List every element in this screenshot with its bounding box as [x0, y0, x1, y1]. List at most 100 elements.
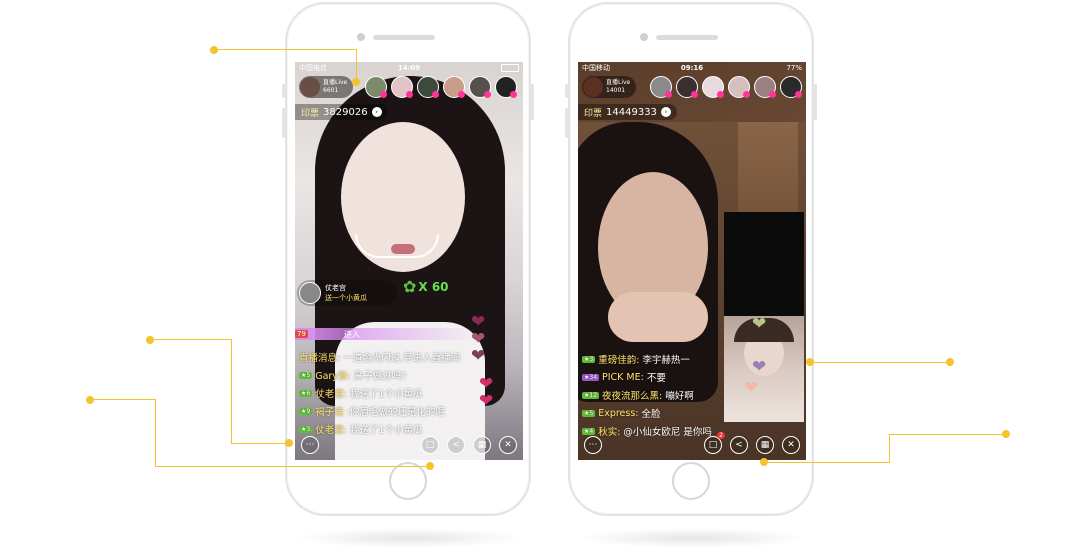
chat-name: 重磅佳韵:: [598, 355, 640, 366]
ticket-counter[interactable]: 印票 14449333 ›: [578, 104, 677, 120]
gift-combo-count: X 60: [418, 279, 449, 294]
callout-dot: [210, 46, 218, 54]
viewer-avatar[interactable]: [780, 76, 802, 98]
chat-row: ★12 夜夜流那么黑: 嘣好啊: [582, 388, 712, 402]
host-info[interactable]: 直播Live 6601: [299, 76, 353, 98]
gift-icon[interactable]: ▦: [473, 436, 491, 454]
callout-line: [889, 434, 1005, 435]
chat-row: ★3 仗老宫: 我送了1个小黄瓜: [299, 422, 460, 436]
gift-notification: 仗老宫 送一个小黄瓜: [297, 280, 397, 306]
callout-line: [150, 339, 232, 340]
viewer-avatar[interactable]: [391, 76, 413, 98]
chat-name: Express:: [598, 407, 639, 419]
chat-name: 直播消息:: [299, 353, 341, 364]
callout-line: [155, 466, 430, 467]
level-badge: ★12: [582, 391, 600, 399]
viewer-avatar[interactable]: [650, 76, 672, 98]
share-icon[interactable]: <: [447, 436, 465, 454]
heart-icon: ❤: [752, 357, 767, 377]
level-badge: ★3: [582, 355, 596, 363]
cucumber-gift-icon: ✿: [403, 277, 417, 296]
level-badge: ★5: [299, 371, 313, 379]
speech-bubble-icon[interactable]: ⋯: [584, 436, 602, 454]
chat-name: 仗老宫:: [315, 389, 347, 400]
level-badge: ★34: [582, 373, 600, 381]
earpiece-speaker: [656, 35, 718, 40]
notification-badge: 2: [717, 432, 725, 439]
heart-icon: ❤: [479, 391, 494, 411]
chat-row: ★9 褐子佳 :你眉毛做的还是化的呢: [299, 404, 460, 418]
message-icon[interactable]: □: [421, 436, 439, 454]
ticket-label: 印票: [301, 108, 320, 119]
callout-line: [155, 399, 156, 466]
host-avatar[interactable]: [583, 77, 603, 97]
viewer-avatar[interactable]: [443, 76, 465, 98]
level-badge: ★5: [582, 409, 596, 417]
chat-row: ★3 重磅佳韵: 李宇赫热一: [582, 352, 712, 366]
host-avatar[interactable]: [300, 77, 320, 97]
host-name: 直播Live: [323, 79, 348, 86]
chat-name: Gary张:: [315, 371, 351, 382]
speech-bubble-icon[interactable]: ⋯: [301, 436, 319, 454]
chat-row: ★5 Gary张: 鼻子做过吗?: [299, 368, 460, 382]
callout-line: [764, 462, 890, 463]
front-camera: [640, 33, 648, 41]
viewer-avatar[interactable]: [495, 76, 517, 98]
chat-list: 直播消息: 一道金光闪过,导进入直播间 ★5 Gary张: 鼻子做过吗? ★6 …: [299, 350, 460, 436]
live-stream-screen: 中国移动 09:16 77% 直播Live 14001 印票 14449333 …: [578, 62, 806, 460]
chat-row: ★34 PICK ME: 不要: [582, 370, 712, 384]
callout-dot: [285, 439, 293, 447]
callout-dot: [146, 336, 154, 344]
gift-text: 送一个小黄瓜: [325, 294, 367, 302]
chevron-right-icon: ›: [371, 107, 382, 117]
phone-mockup-right: 中国移动 09:16 77% 直播Live 14001 印票 14449333 …: [565, 2, 817, 516]
front-camera: [357, 33, 365, 41]
viewer-avatar[interactable]: [417, 76, 439, 98]
level-badge: ★9: [299, 407, 313, 415]
callout-dot: [426, 462, 434, 470]
viewer-avatar[interactable]: [702, 76, 724, 98]
chat-message: 一道金光闪过,导进入直播间: [343, 353, 461, 364]
chat-name: 仗老宫:: [315, 425, 347, 436]
viewer-avatar-list: [365, 76, 517, 98]
callout-line: [90, 399, 156, 400]
home-button: [672, 462, 710, 500]
ticket-counter[interactable]: 印票 3829026 ›: [295, 104, 388, 120]
viewer-avatar[interactable]: [676, 76, 698, 98]
viewer-avatar[interactable]: [365, 76, 387, 98]
chat-message: 我送了1个小黄瓜: [349, 389, 423, 400]
floating-hearts: ❤ ❤ ❤: [744, 316, 767, 397]
chat-name: 褐子佳: [315, 407, 344, 418]
floating-hearts: ❤ ❤: [479, 376, 493, 410]
viewer-avatar[interactable]: [728, 76, 750, 98]
phone-mockup-left: 中国电信 14:09 直播Live 6601 印票 3829026 › 仗老宫 …: [282, 2, 534, 516]
message-icon[interactable]: □ 2: [704, 432, 725, 454]
clock: 14:09: [397, 64, 421, 72]
host-viewer-count: 6601: [323, 87, 339, 94]
callout-line: [231, 339, 232, 443]
ticket-value: 14449333: [606, 106, 657, 118]
chat-row: ★6 仗老宫: 我送了1个小黄瓜: [299, 386, 460, 400]
viewer-avatar[interactable]: [469, 76, 491, 98]
home-button: [389, 462, 427, 500]
chat-row: ★4 秋实: @小仙女欧尼 是你吗: [582, 424, 712, 438]
host-info[interactable]: 直播Live 14001: [582, 76, 636, 98]
close-icon[interactable]: ✕: [499, 436, 517, 454]
share-icon[interactable]: <: [730, 436, 748, 454]
heart-icon: ❤: [744, 378, 759, 398]
chat-message: 李宇赫热一: [642, 355, 690, 366]
heart-icon: ❤: [471, 346, 486, 366]
chat-message: 我送了1个小黄瓜: [349, 425, 423, 436]
gift-icon[interactable]: ▦: [756, 436, 774, 454]
chevron-right-icon: ›: [660, 107, 671, 117]
viewer-avatar[interactable]: [754, 76, 776, 98]
chat-message: @小仙女欧尼 是你吗: [623, 427, 712, 438]
close-icon[interactable]: ✕: [782, 436, 800, 454]
earpiece-speaker: [373, 35, 435, 40]
callout-line: [214, 49, 356, 50]
callout-line: [810, 362, 950, 363]
crown-level-badge: 79: [295, 330, 308, 338]
ticket-value: 3829026: [323, 106, 368, 118]
chat-message: 不要: [646, 373, 666, 384]
callout-dot: [946, 358, 954, 366]
